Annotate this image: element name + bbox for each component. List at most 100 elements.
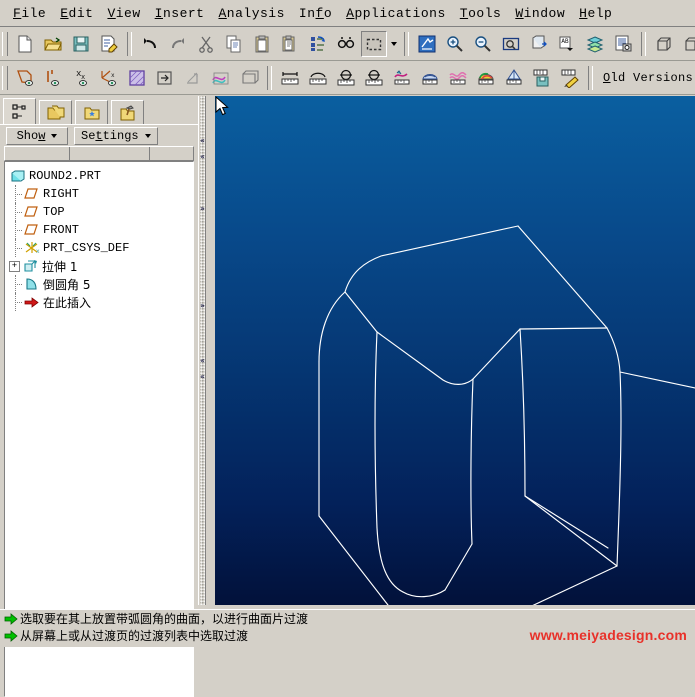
mouse-cursor-icon xyxy=(215,96,229,116)
paste-special-icon[interactable] xyxy=(277,31,303,57)
tree-item-top[interactable]: TOP xyxy=(9,203,193,221)
menu-insert[interactable]: Insert xyxy=(148,3,212,24)
toolbar-grip[interactable] xyxy=(2,65,8,90)
revolve-icon[interactable] xyxy=(180,65,206,91)
menu-window[interactable]: Window xyxy=(508,3,572,24)
measure-diameter-icon[interactable] xyxy=(361,65,387,91)
menu-view[interactable]: View xyxy=(100,3,147,24)
splitter-collapse-arrow-icon[interactable]: « xyxy=(200,136,206,145)
tree-item-right[interactable]: RIGHT xyxy=(9,185,193,203)
splitter-expand-arrow-icon[interactable]: » xyxy=(200,204,206,213)
toolbar-separator xyxy=(641,31,646,56)
settings-button[interactable]: Settings xyxy=(74,126,158,145)
datum-plane-icon xyxy=(23,186,40,202)
reorient-icon[interactable] xyxy=(526,31,552,57)
status-message-2: 从屏幕上或从过渡页的过渡列表中选取过渡 xyxy=(20,629,249,643)
tree-column-header[interactable] xyxy=(4,146,194,161)
datum-axis-display-icon[interactable] xyxy=(40,65,66,91)
layers-icon[interactable] xyxy=(582,31,608,57)
tree-item-front[interactable]: FRONT xyxy=(9,221,193,239)
selection-filter-dropdown-icon[interactable] xyxy=(388,31,400,57)
tree-item-csys[interactable]: x PRT_CSYS_DEF xyxy=(9,239,193,257)
tree-item-part[interactable]: ROUND2.PRT xyxy=(9,167,193,185)
extrude-icon[interactable] xyxy=(152,65,178,91)
show-button[interactable]: Show xyxy=(6,126,68,145)
curve-analysis-icon[interactable] xyxy=(389,65,415,91)
surface-analysis-icon[interactable] xyxy=(417,65,443,91)
menu-file[interactable]: File xyxy=(6,3,53,24)
tree-item-insert-here[interactable]: 在此插入 xyxy=(9,293,193,311)
undo-icon[interactable] xyxy=(137,31,163,57)
hidden-line-icon[interactable] xyxy=(679,31,695,57)
color-analysis-icon[interactable] xyxy=(473,65,499,91)
menu-tools[interactable]: Tools xyxy=(453,3,509,24)
menu-edit[interactable]: Edit xyxy=(53,3,100,24)
menu-analysis[interactable]: Analysis xyxy=(211,3,291,24)
delete-analysis-icon[interactable] xyxy=(557,65,583,91)
zoom-out-icon[interactable] xyxy=(470,31,496,57)
toolbar-standard: AB xyxy=(0,27,695,61)
measure-angle-icon[interactable] xyxy=(333,65,359,91)
tree-item-extrude-1[interactable]: + 拉伸 1 xyxy=(9,257,193,275)
paste-icon[interactable] xyxy=(249,31,275,57)
new-file-icon[interactable] xyxy=(12,31,38,57)
datum-plane-icon xyxy=(23,222,40,238)
graphics-window[interactable] xyxy=(215,96,695,605)
blend-icon[interactable] xyxy=(236,65,262,91)
model-wireframe xyxy=(318,225,695,605)
find-icon[interactable] xyxy=(333,31,359,57)
measure-area-icon[interactable] xyxy=(305,65,331,91)
tab-favorites[interactable] xyxy=(75,100,108,125)
round-feature-icon xyxy=(23,276,40,292)
tab-folder-browser[interactable] xyxy=(39,100,72,125)
insert-here-arrow-icon xyxy=(23,294,40,310)
redo-icon[interactable] xyxy=(165,31,191,57)
splitter-collapse-arrow-icon[interactable]: « xyxy=(200,356,206,365)
splitter-texture xyxy=(200,96,205,605)
splitter-collapse-arrow-icon[interactable]: « xyxy=(200,372,206,381)
datum-plane-display-icon[interactable] xyxy=(12,65,38,91)
menu-info[interactable]: Info xyxy=(292,3,339,24)
old-versions-setup-label[interactable]: Old Versions Setup.. xyxy=(597,71,695,85)
tree-connector xyxy=(9,185,23,203)
selection-box-icon[interactable] xyxy=(361,30,387,57)
shaded-surface-icon[interactable] xyxy=(124,65,150,91)
toolbar-grip[interactable] xyxy=(2,31,8,56)
menu-applications[interactable]: Applications xyxy=(339,3,453,24)
status-bar: 选取要在其上放置带弧圆角的曲面，以进行曲面片过渡 从屏幕上或从过渡页的过渡列表中… xyxy=(0,609,695,647)
extrude-feature-icon xyxy=(22,258,39,274)
draft-analysis-icon[interactable] xyxy=(501,65,527,91)
tree-item-label: 拉伸 1 xyxy=(42,259,78,274)
open-folder-icon[interactable] xyxy=(40,31,66,57)
splitter-collapse-arrow-icon[interactable]: « xyxy=(200,152,206,161)
curvature-analysis-icon[interactable] xyxy=(445,65,471,91)
cut-icon[interactable] xyxy=(193,31,219,57)
saved-view-icon[interactable]: AB xyxy=(554,31,580,57)
refit-icon[interactable] xyxy=(498,31,524,57)
datum-csys-display-icon[interactable]: x xyxy=(96,65,122,91)
zoom-in-icon[interactable] xyxy=(442,31,468,57)
tree-item-round-5[interactable]: 倒圆角 5 xyxy=(9,275,193,293)
wireframe-icon[interactable] xyxy=(651,31,677,57)
copy-icon[interactable] xyxy=(221,31,247,57)
tab-model-tree[interactable] xyxy=(3,98,36,125)
repaint-icon[interactable] xyxy=(414,31,440,57)
panel-tab-strip xyxy=(0,96,206,125)
panel-splitter[interactable]: « « » » « « xyxy=(198,96,206,605)
svg-text:x: x xyxy=(111,72,115,79)
tree-expander-icon[interactable]: + xyxy=(9,260,20,272)
sweep-icon[interactable] xyxy=(208,65,234,91)
toolbar-separator xyxy=(267,65,272,90)
measure-distance-icon[interactable] xyxy=(277,65,303,91)
menu-help[interactable]: Help xyxy=(572,3,619,24)
save-icon[interactable] xyxy=(68,31,94,57)
regenerate-icon[interactable] xyxy=(305,31,331,57)
tab-connections[interactable] xyxy=(111,100,144,125)
save-analysis-icon[interactable] xyxy=(529,65,555,91)
panel-button-bar: Show Settings xyxy=(0,124,206,146)
datum-point-display-icon[interactable]: xx xyxy=(68,65,94,91)
print-preview-icon[interactable] xyxy=(96,31,122,57)
view-manager-icon[interactable] xyxy=(610,31,636,57)
tree-connector xyxy=(9,239,23,257)
splitter-expand-arrow-icon[interactable]: » xyxy=(200,301,206,310)
